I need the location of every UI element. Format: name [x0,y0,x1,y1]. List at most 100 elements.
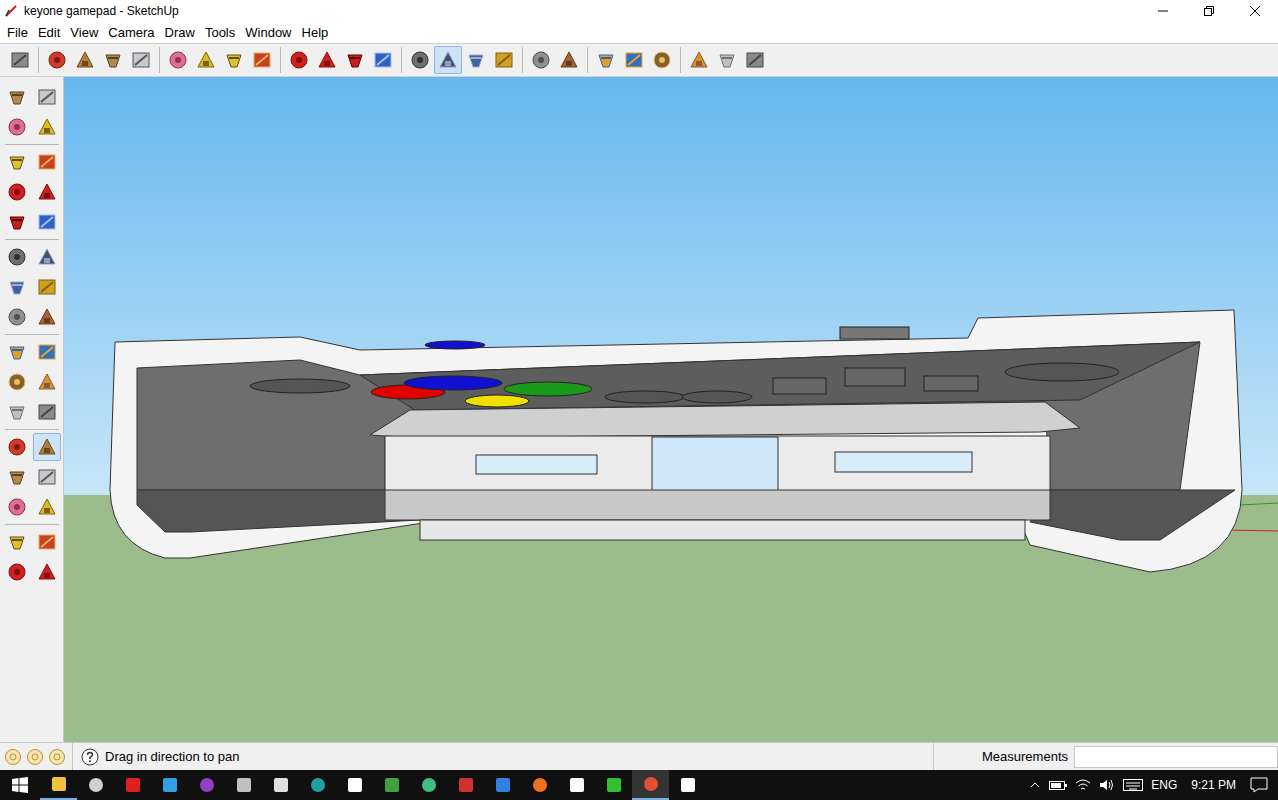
tool-button[interactable] [33,178,61,206]
tool-button[interactable] [490,46,518,74]
tool-button[interactable] [3,148,31,176]
taskbar-app[interactable] [521,770,558,800]
tool-button[interactable] [3,528,31,556]
restore-button[interactable] [1186,0,1232,22]
close-button[interactable] [1232,0,1278,22]
taskbar-app[interactable] [151,770,188,800]
tool-button[interactable] [713,46,741,74]
tool-button[interactable] [99,46,127,74]
status-info-icon[interactable] [48,748,66,766]
taskbar-app[interactable] [484,770,521,800]
tool-button[interactable] [555,46,583,74]
tool-button[interactable] [285,46,313,74]
tool-button[interactable] [3,368,31,396]
taskbar-app[interactable] [225,770,262,800]
tool-button[interactable] [33,243,61,271]
tool-button[interactable] [220,46,248,74]
help-icon[interactable] [81,748,99,766]
tool-button[interactable] [3,463,31,491]
tool-button[interactable] [33,338,61,366]
tool-button[interactable] [33,303,61,331]
tool-button[interactable] [33,433,61,461]
tool-button[interactable] [3,493,31,521]
wifi-icon[interactable] [1075,778,1091,792]
tool-button[interactable] [3,273,31,301]
tool-button[interactable] [3,113,31,141]
language-indicator[interactable]: ENG [1151,776,1177,794]
tool-button[interactable] [620,46,648,74]
menu-item[interactable]: Help [297,26,334,39]
tool-button[interactable] [33,273,61,301]
tool-button[interactable] [462,46,490,74]
tool-button[interactable] [248,46,276,74]
tool-button[interactable] [6,46,34,74]
status-info-icon[interactable] [26,748,44,766]
drawing-canvas[interactable] [64,77,1278,742]
tool-button[interactable] [33,528,61,556]
tool-button[interactable] [43,46,71,74]
tool-button[interactable] [406,46,434,74]
volume-icon[interactable] [1099,778,1115,792]
tool-button[interactable] [127,46,155,74]
tool-button[interactable] [33,398,61,426]
keyboard-icon[interactable] [1123,779,1143,791]
tool-button[interactable] [33,208,61,236]
tool-button[interactable] [33,558,61,586]
taskbar-app[interactable] [669,770,706,800]
tool-button[interactable] [71,46,99,74]
tool-button[interactable] [3,83,31,111]
start-button[interactable] [0,770,40,800]
battery-icon[interactable] [1049,779,1067,791]
tool-button[interactable] [3,433,31,461]
tool-button[interactable] [3,243,31,271]
clock[interactable]: 9:21 PM [1185,776,1242,794]
tool-button[interactable] [369,46,397,74]
tool-button[interactable] [3,178,31,206]
taskbar-app[interactable] [410,770,447,800]
taskbar-app[interactable] [558,770,595,800]
tool-button[interactable] [33,368,61,396]
tool-button[interactable] [3,398,31,426]
taskbar-app[interactable] [40,770,77,800]
minimize-button[interactable] [1140,0,1186,22]
taskbar-app[interactable] [336,770,373,800]
taskbar-app[interactable] [299,770,336,800]
measurements-field[interactable] [1074,746,1278,768]
tray-chevron-icon[interactable] [1029,779,1041,791]
menu-item[interactable]: File [2,26,33,39]
status-info-icon[interactable] [4,748,22,766]
menu-item[interactable]: Window [240,26,296,39]
tool-button[interactable] [192,46,220,74]
tool-button[interactable] [33,463,61,491]
tool-button[interactable] [3,338,31,366]
tool-button[interactable] [3,208,31,236]
taskbar-app[interactable] [77,770,114,800]
menu-item[interactable]: Draw [160,26,200,39]
tool-button[interactable] [592,46,620,74]
tool-button[interactable] [527,46,555,74]
tool-button[interactable] [3,303,31,331]
menu-item[interactable]: Edit [33,26,65,39]
taskbar-app[interactable] [632,770,669,800]
tool-button[interactable] [434,46,462,74]
tool-button[interactable] [341,46,369,74]
tool-button[interactable] [3,558,31,586]
tool-button[interactable] [741,46,769,74]
tool-button[interactable] [313,46,341,74]
gamepad-model-drawing[interactable] [64,77,1278,742]
notifications-icon[interactable] [1250,777,1268,793]
tool-button[interactable] [685,46,713,74]
taskbar-app[interactable] [188,770,225,800]
tool-button[interactable] [648,46,676,74]
taskbar-app[interactable] [114,770,151,800]
taskbar-app[interactable] [595,770,632,800]
tool-button[interactable] [33,113,61,141]
tool-button[interactable] [33,83,61,111]
taskbar-app[interactable] [262,770,299,800]
menu-item[interactable]: View [65,26,103,39]
tool-button[interactable] [33,148,61,176]
tool-button[interactable] [33,493,61,521]
menu-item[interactable]: Camera [103,26,159,39]
taskbar-app[interactable] [373,770,410,800]
menu-item[interactable]: Tools [200,26,240,39]
